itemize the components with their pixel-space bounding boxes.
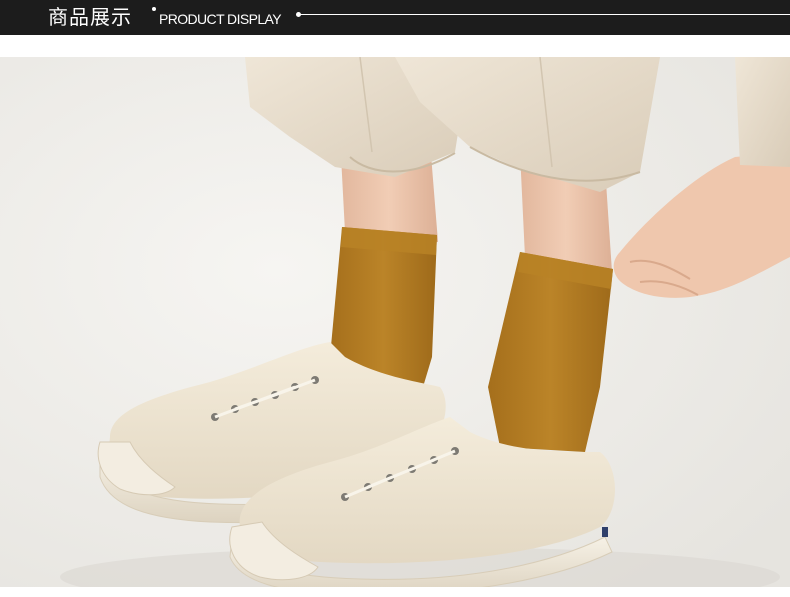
section-title-en: PRODUCT DISPLAY: [159, 11, 282, 27]
decorative-rule-line: [300, 14, 790, 15]
decorative-dot: [152, 7, 156, 11]
section-title-cn: 商品展示: [48, 5, 132, 29]
product-photo: [0, 57, 790, 587]
product-photo-illustration: [0, 57, 790, 587]
product-display-page: 商品展示 PRODUCT DISPLAY: [0, 0, 790, 597]
sleeve: [735, 57, 790, 167]
section-header: 商品展示 PRODUCT DISPLAY: [0, 0, 790, 35]
right-shoe-heel-tab: [602, 527, 608, 537]
